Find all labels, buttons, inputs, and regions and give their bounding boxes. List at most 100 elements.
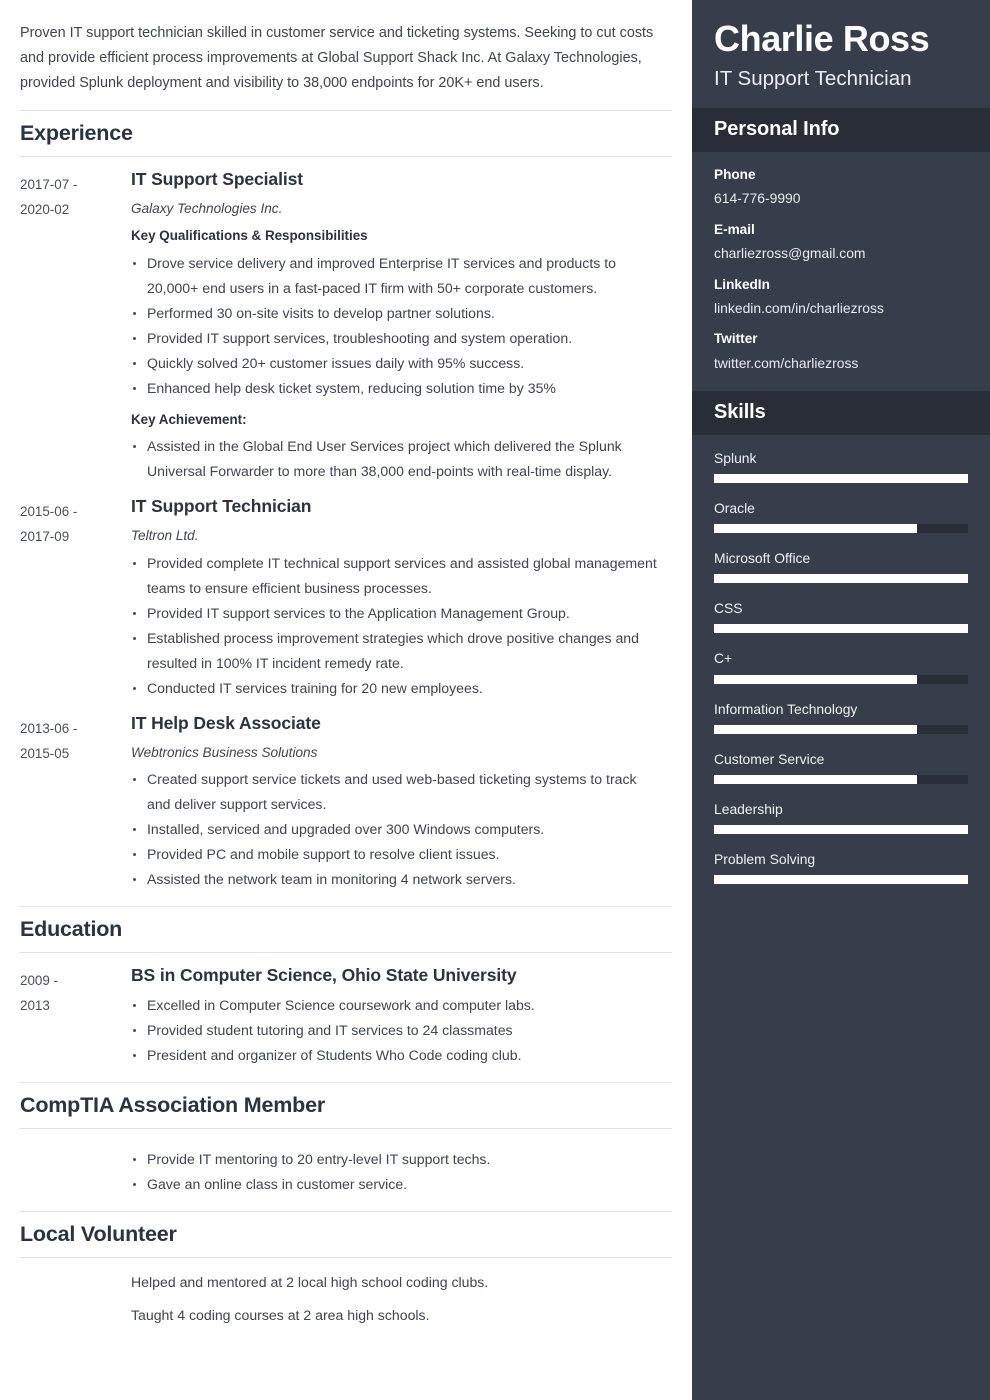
entry-bullet-list: Drove service delivery and improved Ente…	[131, 251, 664, 401]
comptia-bullet-list: Provide IT mentoring to 20 entry-level I…	[131, 1147, 664, 1197]
comptia-body: Provide IT mentoring to 20 entry-level I…	[19, 1129, 672, 1197]
skill-bar-track	[714, 824, 968, 834]
entry-job-title: IT Support Specialist	[131, 168, 303, 189]
entry-bullet-list: Created support service tickets and used…	[131, 767, 664, 892]
personal-info-item-email: E-mail charliezross@gmail.com	[714, 221, 968, 264]
entry-dates: 2013-06 -2015-05	[20, 720, 78, 761]
info-value[interactable]: twitter.com/charliezross	[714, 354, 968, 373]
entry-job-title: IT Help Desk Associate	[131, 712, 321, 733]
skill-bar-fill	[714, 624, 968, 634]
skill-bar-track	[714, 674, 968, 684]
date-column-spacer	[19, 1129, 131, 1197]
section-title: Local Volunteer	[20, 1221, 177, 1246]
bullet-item: Conducted IT services training for 20 ne…	[131, 676, 664, 701]
entry-degree-title: BS in Computer Science, Ohio State Unive…	[131, 965, 517, 986]
section-volunteer: Local Volunteer Helped and mentored at 2…	[19, 1210, 672, 1328]
bullet-item: Created support service tickets and used…	[131, 767, 664, 817]
entry-achievement-list: Assisted in the Global End User Services…	[131, 434, 664, 484]
bullet-item: Provided complete IT technical support s…	[131, 551, 664, 601]
skill-label: Leadership	[714, 800, 783, 817]
section-header-comptia: CompTIA Association Member	[19, 1081, 672, 1129]
bullet-item: Provided IT support services, troublesho…	[131, 326, 664, 351]
candidate-name: Charlie Ross	[714, 18, 930, 59]
entry-bullet-list: Excelled in Computer Science coursework …	[131, 993, 664, 1068]
personal-info-list: Phone 614-776-9990 E-mail charliezross@g…	[692, 152, 990, 391]
bullet-item: Provided IT support services to the Appl…	[131, 601, 664, 626]
sidebar-section-header-skills: Skills	[692, 391, 990, 436]
section-header-education: Education	[19, 906, 672, 954]
entry-dates: 2017-07 -2020-02	[20, 176, 78, 217]
skill-bar-fill	[714, 474, 968, 484]
education-entry: 2009 -2013 BS in Computer Science, Ohio …	[19, 953, 672, 1068]
volunteer-content: Helped and mentored at 2 local high scho…	[131, 1258, 672, 1328]
date-column-spacer	[19, 1258, 131, 1328]
skill-bar-track	[714, 774, 968, 784]
skill-item: Customer Service	[714, 750, 968, 784]
entry-body: IT Support Technician Teltron Ltd. Provi…	[131, 496, 672, 701]
sidebar-section-title: Personal Info	[714, 117, 840, 140]
volunteer-line: Helped and mentored at 2 local high scho…	[131, 1273, 489, 1290]
bullet-item: Established process improvement strategi…	[131, 626, 664, 676]
bullet-item: Provide IT mentoring to 20 entry-level I…	[131, 1147, 664, 1172]
entry-company: Webtronics Business Solutions	[131, 744, 318, 760]
skill-item: Information Technology	[714, 700, 968, 734]
skill-label: Customer Service	[714, 750, 825, 767]
bullet-item: Excelled in Computer Science coursework …	[131, 993, 664, 1018]
skill-bar-track	[714, 474, 968, 484]
skill-item: Oracle	[714, 499, 968, 534]
entry-body: BS in Computer Science, Ohio State Unive…	[131, 965, 672, 1068]
bullet-item: Enhanced help desk ticket system, reduci…	[131, 376, 664, 401]
personal-info-item-phone: Phone 614-776-9990	[714, 166, 968, 209]
entry-subheading-achievement: Key Achievement:	[131, 411, 247, 427]
section-header-experience: Experience	[19, 110, 672, 157]
skill-item: CSS	[714, 599, 968, 634]
info-label: E-mail	[714, 221, 755, 237]
candidate-role: IT Support Technician	[714, 67, 912, 91]
bullet-item: Provided PC and mobile support to resolv…	[131, 842, 664, 867]
info-value[interactable]: linkedin.com/in/charliezross	[714, 299, 968, 318]
entry-company: Teltron Ltd.	[131, 528, 199, 544]
entry-dates: 2009 -2013	[20, 973, 58, 1014]
skill-label: Splunk	[714, 450, 757, 467]
bullet-item: Quickly solved 20+ customer issues daily…	[131, 351, 664, 376]
entry-bullet-list: Provided complete IT technical support s…	[131, 551, 664, 701]
section-title: Experience	[20, 121, 133, 145]
skill-item: Splunk	[714, 449, 968, 484]
skill-bar-fill	[714, 874, 968, 884]
skill-label: Information Technology	[714, 700, 858, 717]
volunteer-line: Taught 4 coding courses at 2 area high s…	[131, 1306, 430, 1323]
sidebar-section-header-personal-info: Personal Info	[692, 107, 990, 152]
section-header-volunteer: Local Volunteer	[19, 1210, 672, 1258]
skill-bar-fill	[714, 724, 918, 734]
entry-company: Galaxy Technologies Inc.	[131, 200, 283, 216]
skill-bar-fill	[714, 524, 918, 534]
section-title: CompTIA Association Member	[20, 1092, 325, 1117]
skill-bar-track	[714, 874, 968, 884]
section-comptia: CompTIA Association Member Provide IT me…	[19, 1081, 672, 1197]
section-experience: Experience 2017-07 -2020-02 IT Support S…	[19, 110, 672, 892]
main-column: Proven IT support technician skilled in …	[0, 0, 692, 1400]
personal-info-item-twitter: Twitter twitter.com/charliezross	[714, 330, 968, 373]
info-label: LinkedIn	[714, 276, 770, 292]
skill-bar-track	[714, 574, 968, 584]
bullet-item: Assisted in the Global End User Services…	[131, 434, 664, 484]
sidebar: Charlie Ross IT Support Technician Perso…	[692, 0, 990, 1400]
skill-bar-fill	[714, 774, 918, 784]
bullet-item: President and organizer of Students Who …	[131, 1043, 664, 1068]
entry-body: IT Support Specialist Galaxy Technologie…	[131, 169, 672, 484]
skill-bar-fill	[714, 574, 968, 584]
skill-bar-fill	[714, 674, 918, 684]
bullet-item: Provided student tutoring and IT service…	[131, 1018, 664, 1043]
skills-list: Splunk Oracle Microsoft Office CSS C+ In…	[692, 435, 990, 902]
entry-subheading: Key Qualifications & Responsibilities	[131, 228, 368, 244]
experience-entry: 2015-06 -2017-09 IT Support Technician T…	[19, 484, 672, 701]
info-value[interactable]: charliezross@gmail.com	[714, 244, 968, 263]
experience-entry: 2017-07 -2020-02 IT Support Specialist G…	[19, 157, 672, 484]
professional-summary: Proven IT support technician skilled in …	[20, 25, 654, 91]
bullet-item: Drove service delivery and improved Ente…	[131, 251, 664, 301]
comptia-content: Provide IT mentoring to 20 entry-level I…	[131, 1129, 672, 1197]
skill-label: Problem Solving	[714, 850, 816, 867]
personal-info-item-linkedin: LinkedIn linkedin.com/in/charliezross	[714, 276, 968, 319]
info-label: Phone	[714, 166, 756, 182]
sidebar-header: Charlie Ross IT Support Technician	[692, 0, 990, 108]
